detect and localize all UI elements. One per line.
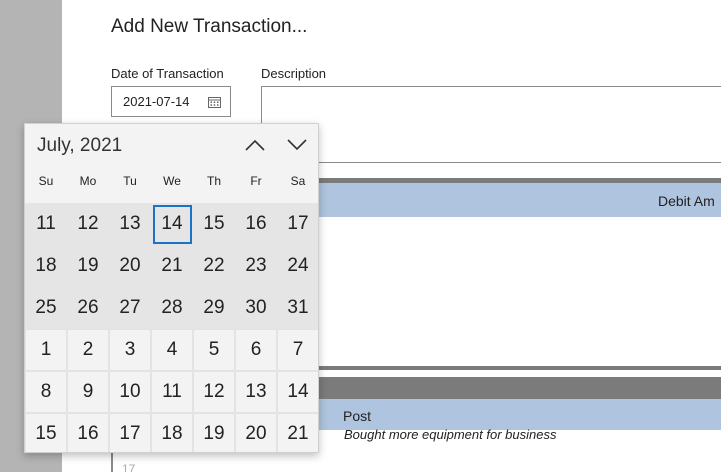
calendar-day[interactable]: 7 [277, 329, 318, 371]
grid-separator [300, 366, 721, 370]
calendar-day[interactable]: 26 [67, 287, 109, 329]
calendar-flyout: July, 2021 Su Mo Tu We Th Fr Sa 11 12 13 14 15 16 17… [24, 123, 319, 453]
calendar-day[interactable]: 3 [109, 329, 151, 371]
post-column-header[interactable]: Post [343, 408, 371, 424]
selection-ring [153, 205, 192, 244]
calendar-day-selected[interactable]: 14 [151, 203, 193, 245]
second-grid-top-bar [300, 377, 721, 399]
row-number: 17 [122, 462, 136, 472]
previous-month-button[interactable] [240, 132, 270, 158]
description-field[interactable] [261, 86, 721, 163]
date-value: 2021-07-14 [123, 94, 190, 109]
month-label[interactable]: July, 2021 [37, 135, 122, 157]
calendar-day[interactable]: 9 [67, 371, 109, 413]
calendar-day[interactable]: 16 [67, 413, 109, 452]
second-grid-header: Post [300, 399, 721, 430]
weekday-label: Su [38, 174, 54, 188]
date-label: Date of Transaction [111, 66, 224, 81]
calendar-day[interactable]: 13 [109, 203, 151, 245]
weekday-header-row: Su Mo Tu We Th Fr Sa [25, 174, 318, 194]
calendar-day[interactable]: 23 [235, 245, 277, 287]
calendar-day[interactable]: 18 [151, 413, 193, 452]
calendar-day[interactable]: 17 [277, 203, 318, 245]
calendar-day[interactable]: 19 [67, 245, 109, 287]
next-month-button[interactable] [282, 132, 312, 158]
calendar-day[interactable]: 20 [109, 245, 151, 287]
calendar-day[interactable]: 14 [277, 371, 318, 413]
calendar-day[interactable]: 10 [109, 371, 151, 413]
weekday-label: Sa [290, 174, 306, 188]
calendar-day[interactable]: 12 [193, 371, 235, 413]
calendar-day[interactable]: 28 [151, 287, 193, 329]
transaction-note: Bought more equipment for business [344, 427, 557, 442]
weekday-label: Th [206, 174, 221, 188]
calendar-day[interactable]: 29 [193, 287, 235, 329]
calendar-day[interactable]: 13 [235, 371, 277, 413]
date-field[interactable]: 2021-07-14 [111, 86, 231, 117]
calendar-day[interactable]: 30 [235, 287, 277, 329]
calendar-day[interactable]: 20 [235, 413, 277, 452]
calendar-day[interactable]: 8 [25, 371, 67, 413]
calendar-day[interactable]: 6 [235, 329, 277, 371]
chevron-up-icon [245, 139, 265, 151]
calendar-day[interactable]: 18 [25, 245, 67, 287]
calendar-day[interactable]: 17 [109, 413, 151, 452]
calendar-day[interactable]: 27 [109, 287, 151, 329]
calendar-day[interactable]: 21 [151, 245, 193, 287]
description-label: Description [261, 66, 327, 81]
weekday-label: Tu [123, 174, 137, 188]
calendar-header: July, 2021 [25, 124, 318, 168]
calendar-day[interactable]: 11 [25, 203, 67, 245]
calendar-day[interactable]: 1 [25, 329, 67, 371]
calendar-day[interactable]: 25 [25, 287, 67, 329]
calendar-day[interactable]: 16 [235, 203, 277, 245]
weekday-label: Fr [250, 174, 262, 188]
calendar-day[interactable]: 12 [67, 203, 109, 245]
calendar-day[interactable]: 19 [193, 413, 235, 452]
weekday-label: Mo [79, 174, 97, 188]
calendar-day[interactable]: 15 [25, 413, 67, 452]
calendar-day[interactable]: 5 [193, 329, 235, 371]
page-title: Add New Transaction... [111, 16, 308, 37]
calendar-day[interactable]: 2 [67, 329, 109, 371]
calendar-day[interactable]: 31 [277, 287, 318, 329]
chevron-down-icon [287, 139, 307, 151]
grid-header: Debit Am [300, 183, 721, 217]
weekday-label: We [163, 174, 181, 188]
calendar-day[interactable]: 24 [277, 245, 318, 287]
calendar-day[interactable]: 11 [151, 371, 193, 413]
calendar-day[interactable]: 21 [277, 413, 318, 452]
calendar-day[interactable]: 22 [193, 245, 235, 287]
debit-amount-column-header[interactable]: Debit Am [658, 193, 715, 209]
calendar-icon[interactable] [208, 96, 221, 108]
calendar-day[interactable]: 4 [151, 329, 193, 371]
calendar-day[interactable]: 15 [193, 203, 235, 245]
